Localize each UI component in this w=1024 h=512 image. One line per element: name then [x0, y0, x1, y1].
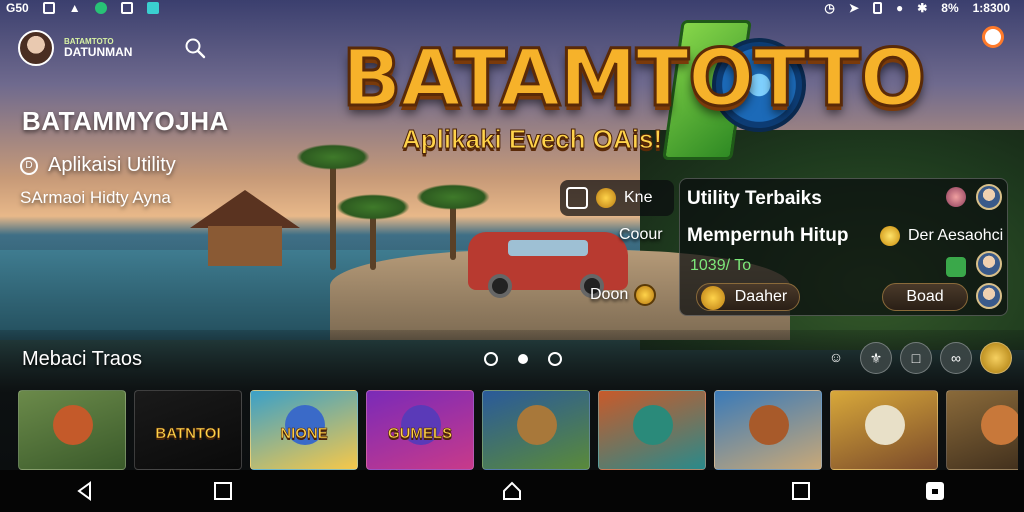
coin-icon: [701, 286, 725, 310]
puzzle-icon[interactable]: [946, 257, 966, 277]
panel-secondary-text: Der Aesaohci: [908, 227, 1004, 244]
battery-text: 8%: [941, 1, 959, 15]
game-thumbnail[interactable]: NIONE: [250, 390, 358, 470]
game-thumbnail[interactable]: [830, 390, 938, 470]
character-art: [749, 405, 789, 445]
info-icon: D: [20, 156, 38, 175]
coin-icon: [634, 284, 657, 306]
chat-icon[interactable]: □: [900, 342, 932, 374]
game-thumbnails: BATNTOI NIONE GUMELS: [18, 390, 1018, 470]
clock-icon: ◷: [824, 1, 835, 15]
panel-title: Utility Terbaiks: [687, 188, 822, 209]
mini-card[interactable]: Kne: [560, 180, 674, 216]
palm-tree: [336, 194, 410, 270]
recents-icon[interactable]: [212, 480, 234, 502]
overview-icon[interactable]: [790, 480, 812, 502]
home-icon[interactable]: [501, 480, 523, 502]
character-art: [53, 405, 93, 445]
logo-tagline: Aplikaki Evech OAis!: [401, 124, 663, 155]
emoji-icon[interactable]: ☺: [820, 342, 852, 374]
character-art: [633, 405, 673, 445]
status-left-text: G50: [6, 1, 29, 15]
hero-title: BATAMMYOJHA: [22, 106, 229, 136]
stilt-hut: [190, 190, 300, 270]
hero-subtitle: Aplikaisi Utility: [48, 154, 176, 176]
panel-stat: 1039/ To: [690, 257, 752, 274]
back-icon[interactable]: [74, 480, 96, 502]
game-thumbnail[interactable]: [482, 390, 590, 470]
game-thumbnail[interactable]: [714, 390, 822, 470]
save-icon: [120, 2, 133, 14]
status-time: 1:8300: [972, 1, 1010, 15]
photo-icon: [42, 2, 55, 14]
avatar[interactable]: [18, 30, 54, 66]
carousel-dot[interactable]: [548, 352, 562, 366]
link-icon[interactable]: ∞: [940, 342, 972, 374]
mini-card-label: Kne: [624, 189, 653, 206]
carousel-dot[interactable]: [484, 352, 498, 366]
board-button[interactable]: Boad: [882, 283, 968, 311]
game-thumbnail[interactable]: BATNTOI: [134, 390, 242, 470]
game-thumbnail[interactable]: [946, 390, 1018, 470]
profile-text: BATAMTOTO DATUNMAN: [64, 38, 133, 59]
avatar[interactable]: [976, 184, 1002, 210]
bluetooth-icon: ✱: [917, 1, 928, 15]
status-bar: G50 ▲ ◷ ➤ ● ✱ 8% 1:8300: [0, 0, 1024, 16]
carousel-dot-active[interactable]: [518, 354, 528, 364]
panel-heading: Mempernuh Hitup: [687, 225, 849, 246]
palm-tree: [416, 184, 490, 260]
link-icon: [146, 2, 159, 14]
character-art: [865, 405, 905, 445]
hero-caption: SArmaoi Hidty Ayna: [20, 188, 171, 207]
action-buttons: ☺ ⚜ □ ∞: [820, 342, 1012, 374]
character-art: [517, 405, 557, 445]
game-thumbnail-label: GUMELS: [387, 425, 453, 443]
signal-icon: ▲: [68, 1, 81, 15]
middle-label: Coour: [619, 226, 663, 243]
screenshot-icon[interactable]: [924, 480, 946, 502]
middle-label-2: Doon: [590, 286, 629, 303]
middle-label-row: Doon: [590, 284, 657, 306]
coin-icon: [596, 188, 616, 208]
game-thumbnail-label: NIONE: [280, 425, 328, 443]
profile-name: DATUNMAN: [64, 45, 133, 59]
logo-text: BATAMTOTTO: [341, 33, 928, 126]
brand-logo: BATAMTOTTO Aplikaki Evech OAis!: [341, 20, 1007, 170]
deal-button[interactable]: Daaher: [696, 283, 800, 311]
panel-secondary: Der Aesaohci: [880, 226, 1003, 246]
character-icon[interactable]: [946, 187, 966, 207]
game-thumbnail[interactable]: GUMELS: [366, 390, 474, 470]
red-car: [468, 232, 628, 298]
carousel-dots[interactable]: [484, 352, 562, 366]
battery-icon: [872, 2, 882, 14]
section-title: Mebaci Traos: [22, 348, 143, 370]
hero-subtitle-row: D Aplikaisi Utility: [20, 154, 176, 177]
logo-badge-icon: [982, 26, 1004, 48]
navigation-bar: [0, 470, 1024, 512]
location-icon: ➤: [848, 1, 859, 15]
game-thumbnail[interactable]: [598, 390, 706, 470]
coin-icon[interactable]: [980, 342, 1012, 374]
screen-icon: [566, 187, 588, 209]
avatar[interactable]: [976, 251, 1002, 277]
wifi-icon: ●: [895, 1, 904, 15]
avatar[interactable]: [976, 283, 1002, 309]
game-thumbnail-label: BATNTOI: [155, 425, 221, 443]
profile-header[interactable]: BATAMTOTO DATUNMAN: [18, 30, 132, 66]
fleur-icon[interactable]: ⚜: [860, 342, 892, 374]
app-dot-icon: [94, 2, 107, 14]
board-button-label: Boad: [906, 288, 944, 305]
search-icon[interactable]: [184, 37, 206, 59]
info-panel: Utility Terbaiks Mempernuh Hitup Der Aes…: [679, 178, 1008, 316]
character-art: [981, 405, 1018, 445]
deal-button-label: Daaher: [734, 288, 788, 305]
game-thumbnail[interactable]: [18, 390, 126, 470]
coin-icon: [880, 226, 900, 246]
